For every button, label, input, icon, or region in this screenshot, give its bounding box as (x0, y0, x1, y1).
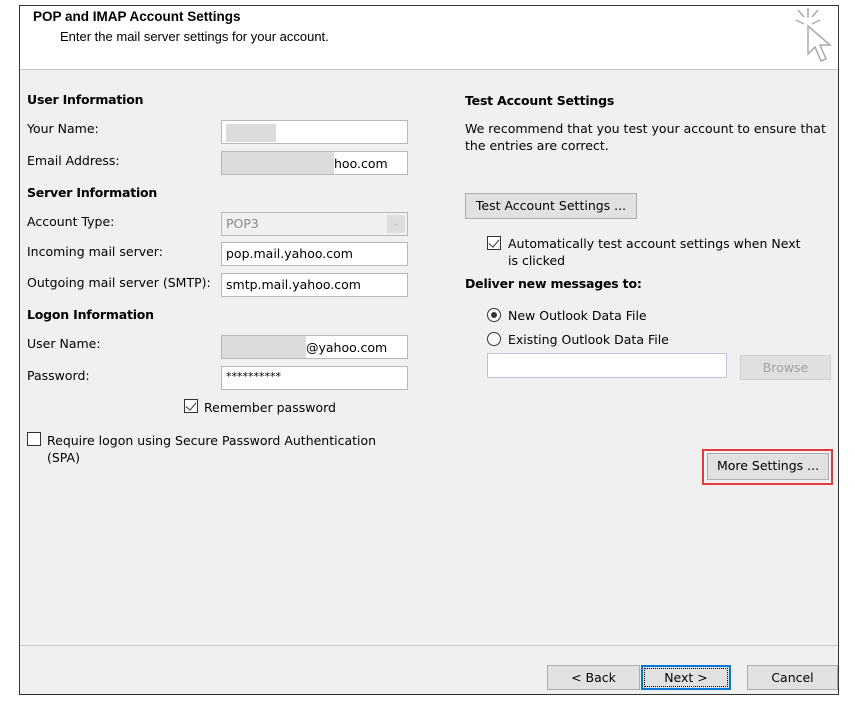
test-desc-line2: the entries are correct. (465, 138, 609, 153)
logon-info-heading: Logon Information (27, 307, 154, 322)
dialog-window (19, 5, 839, 695)
test-desc-line1: We recommend that you test your account … (465, 121, 826, 136)
incoming-server-label: Incoming mail server: (27, 244, 163, 259)
spa-checkbox[interactable] (27, 432, 41, 446)
back-button[interactable]: < Back (547, 665, 640, 690)
existing-data-file-radio[interactable] (487, 332, 501, 346)
user-name-label: User Name: (27, 336, 101, 351)
incoming-server-input[interactable]: pop.mail.yahoo.com (221, 242, 408, 266)
test-settings-heading: Test Account Settings (465, 93, 615, 108)
more-settings-button[interactable]: More Settings ... (707, 453, 829, 480)
new-data-file-radio[interactable] (487, 308, 501, 322)
auto-test-checkbox[interactable] (487, 236, 501, 250)
account-type-label: Account Type: (27, 214, 115, 229)
user-info-heading: User Information (27, 92, 144, 107)
server-info-heading: Server Information (27, 185, 158, 200)
chevron-down-icon: ⌄ (387, 215, 405, 233)
cancel-button[interactable]: Cancel (747, 665, 838, 690)
your-name-label: Your Name: (27, 121, 99, 136)
test-account-settings-button[interactable]: Test Account Settings ... (465, 193, 637, 219)
existing-data-file-label[interactable]: Existing Outlook Data File (508, 332, 669, 347)
email-input[interactable]: hoo.com (221, 151, 408, 175)
email-value: hoo.com (334, 156, 388, 171)
password-label: Password: (27, 368, 90, 383)
page-subtitle: Enter the mail server settings for your … (60, 29, 329, 44)
browse-button[interactable]: Browse (740, 355, 831, 380)
outgoing-server-input[interactable]: smtp.mail.yahoo.com (221, 273, 408, 297)
remember-password-checkbox[interactable] (184, 399, 198, 413)
auto-test-label-line2[interactable]: is clicked (508, 253, 565, 268)
your-name-input[interactable] (221, 120, 408, 144)
email-label: Email Address: (27, 153, 120, 168)
spa-label[interactable]: Require logon using Secure Password Auth… (47, 433, 376, 448)
next-button[interactable]: Next > (641, 665, 731, 690)
deliver-heading: Deliver new messages to: (465, 276, 642, 291)
auto-test-label[interactable]: Automatically test account settings when… (508, 236, 801, 251)
new-data-file-label[interactable]: New Outlook Data File (508, 308, 647, 323)
password-input[interactable]: ********** (221, 366, 408, 390)
footer-divider (20, 645, 838, 646)
data-file-path-input[interactable] (487, 353, 727, 378)
account-type-select[interactable]: POP3 ⌄ (221, 212, 408, 236)
cursor-click-icon (795, 8, 833, 62)
page-title: POP and IMAP Account Settings (33, 9, 241, 24)
account-type-value: POP3 (226, 216, 259, 231)
user-name-input[interactable]: @yahoo.com (221, 335, 408, 359)
remember-password-label[interactable]: Remember password (204, 400, 336, 415)
outgoing-server-label: Outgoing mail server (SMTP): (27, 275, 211, 290)
spa-label-line2[interactable]: (SPA) (47, 450, 80, 465)
user-name-value: @yahoo.com (306, 340, 388, 355)
